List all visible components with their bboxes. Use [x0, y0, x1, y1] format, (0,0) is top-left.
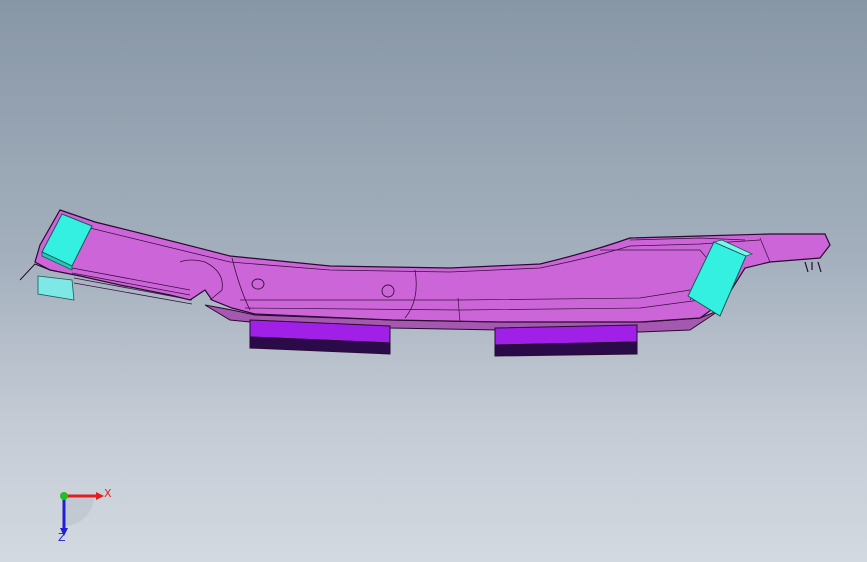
- z-axis-label: Z: [58, 531, 66, 544]
- block-left-lower[interactable]: [37, 275, 75, 301]
- pad-left[interactable]: [249, 319, 391, 355]
- graphics-viewport[interactable]: X Z: [0, 0, 867, 562]
- part-model[interactable]: [0, 0, 867, 562]
- x-axis-label: X: [104, 487, 112, 500]
- pad-right[interactable]: [494, 324, 638, 357]
- axis-triad-graphic: [60, 492, 104, 536]
- coordinate-triad: X Z: [44, 482, 124, 552]
